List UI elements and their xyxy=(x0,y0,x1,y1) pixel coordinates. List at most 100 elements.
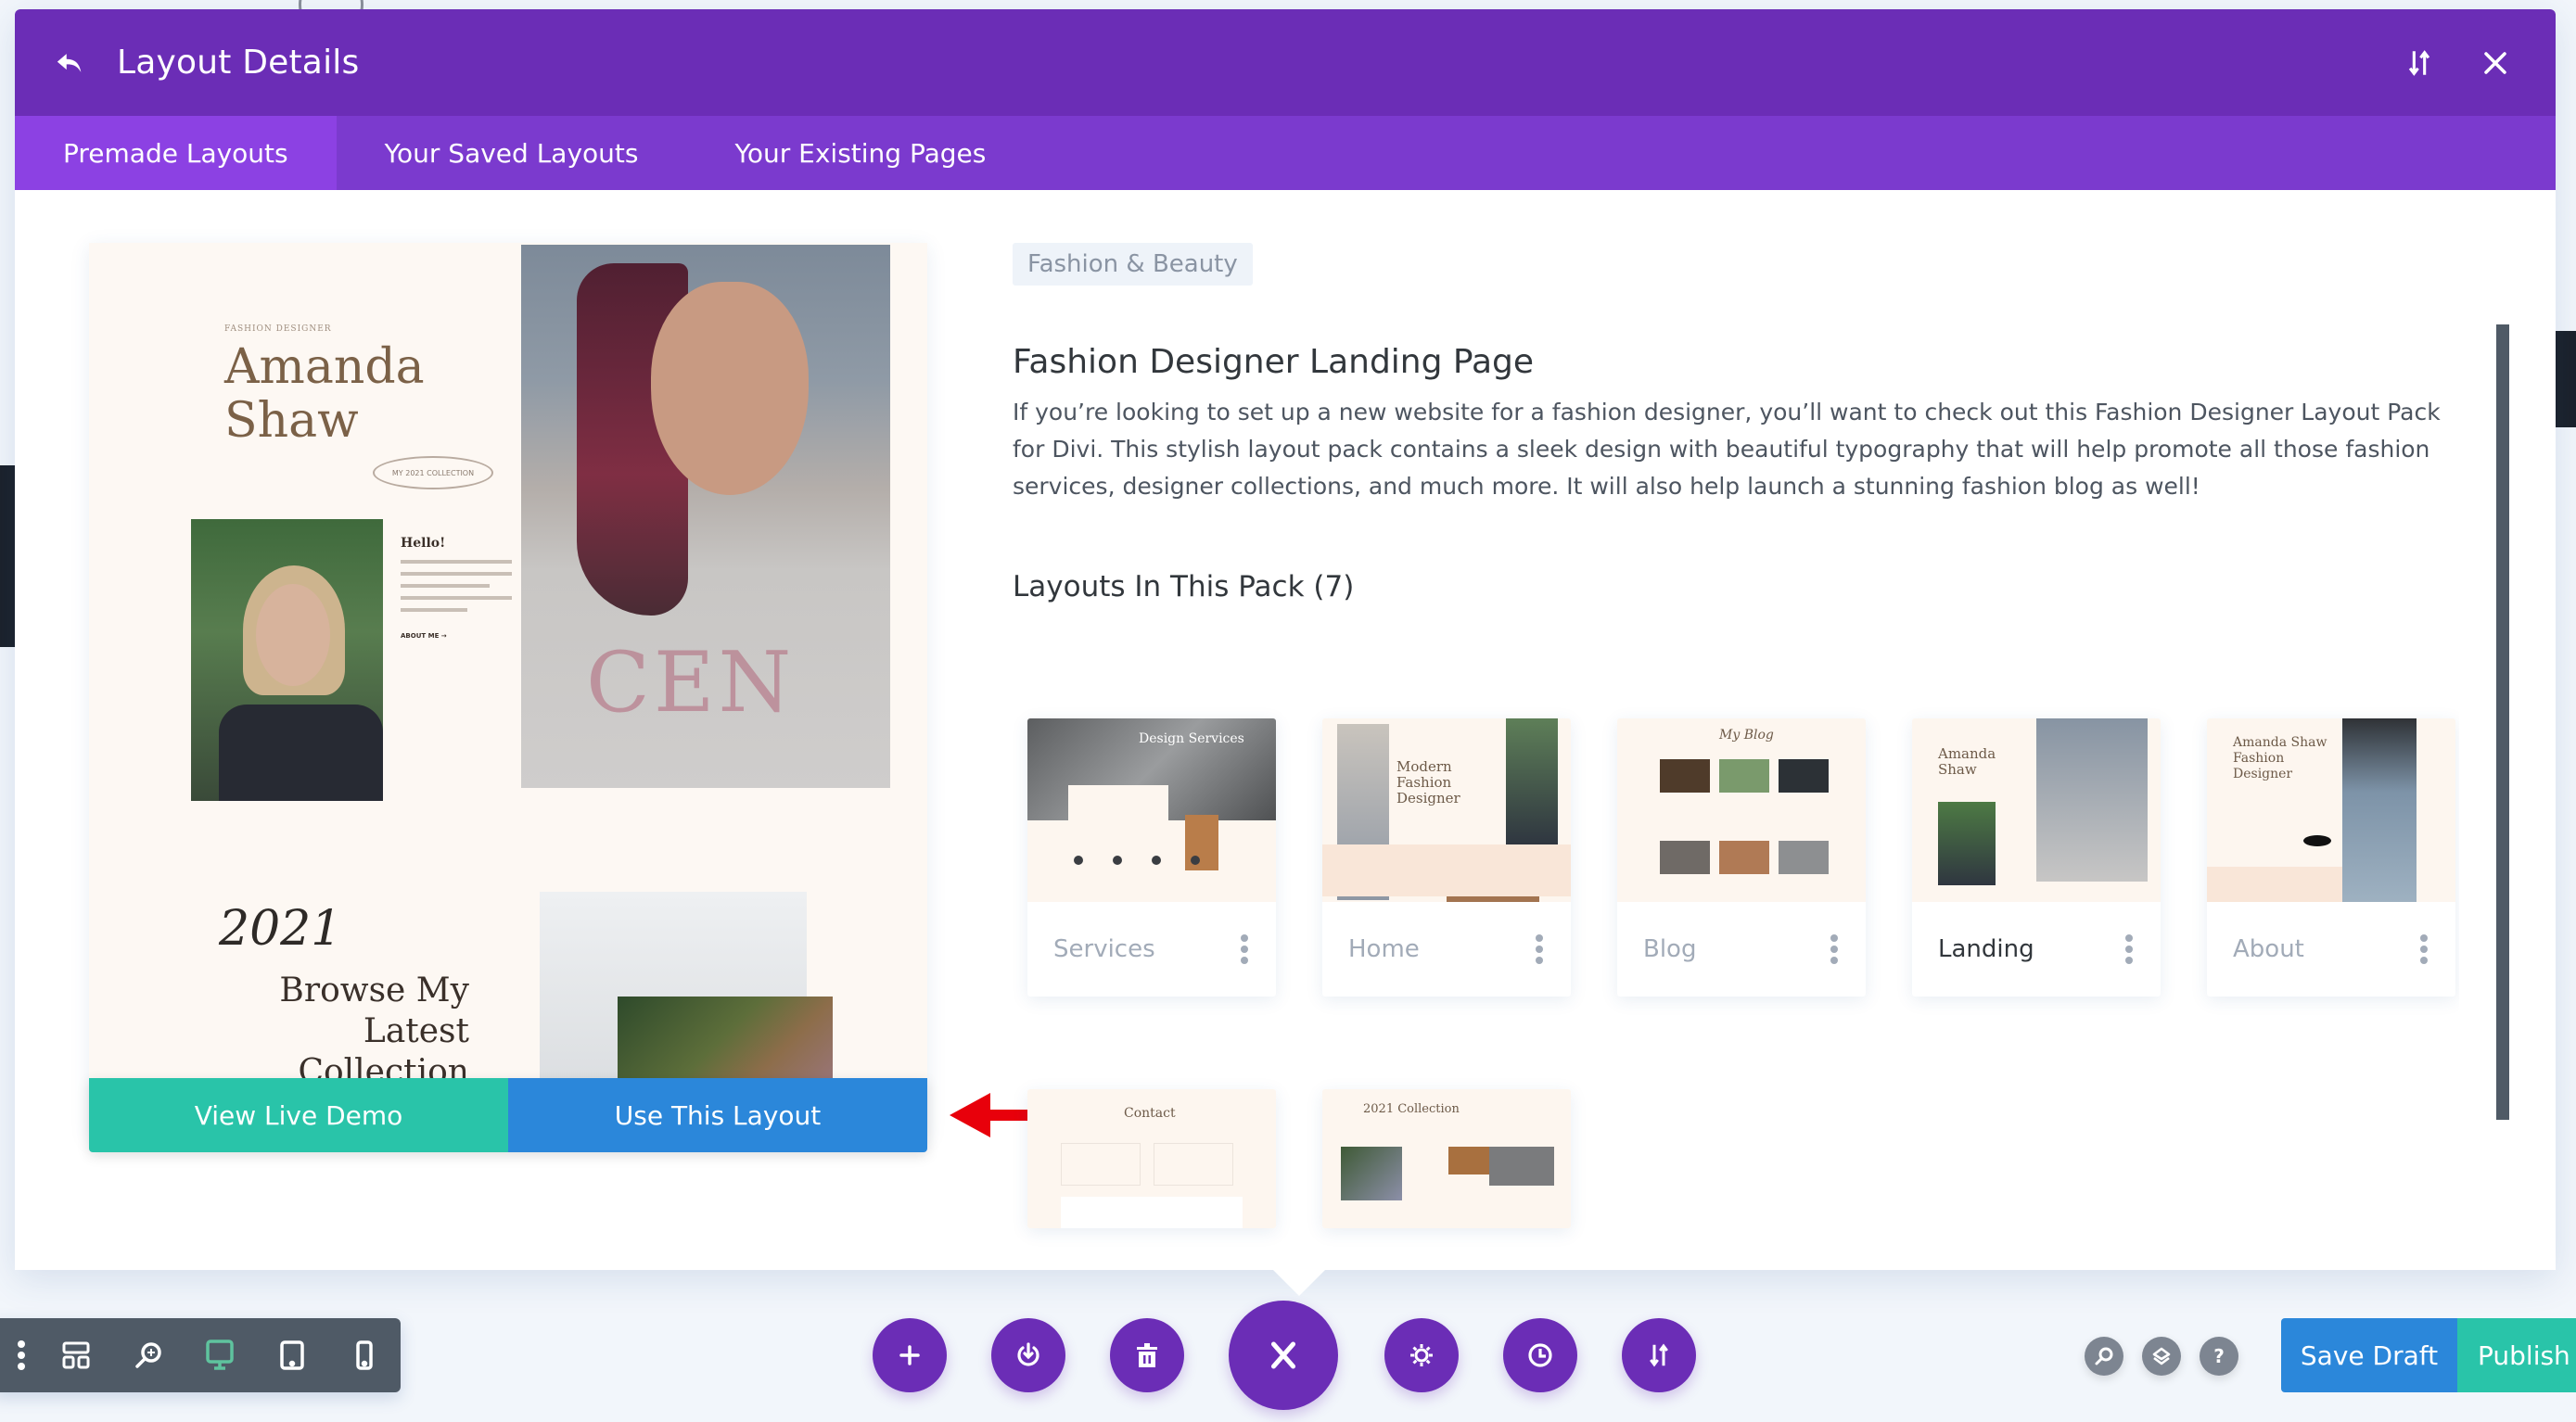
category-badge[interactable]: Fashion & Beauty xyxy=(1013,243,1253,286)
layout-card-label: Home xyxy=(1348,935,1420,963)
tab-existing-pages[interactable]: Your Existing Pages xyxy=(686,116,1034,190)
preview-collection-pill: MY 2021 COLLECTION xyxy=(373,456,493,489)
more-icon xyxy=(18,1340,26,1370)
add-button[interactable] xyxy=(873,1318,947,1392)
preview-name: Amanda Shaw xyxy=(224,340,425,448)
layout-thumbnail: Modern Fashion Designer xyxy=(1322,718,1571,902)
page-settings-button[interactable] xyxy=(1384,1318,1459,1392)
layout-card-contact[interactable]: Contact xyxy=(1027,1089,1276,1228)
preview-photo-main: CEN xyxy=(521,245,890,788)
modal-pointer xyxy=(1273,1270,1325,1296)
layout-card-label: Blog xyxy=(1643,935,1697,963)
modal-body: CEN FASHION DESIGNER Amanda Shaw MY 2021… xyxy=(15,190,2556,1270)
help-button[interactable]: ? xyxy=(2200,1337,2238,1376)
add-icon xyxy=(899,1345,920,1365)
close-builder-button[interactable] xyxy=(1229,1301,1338,1410)
tab-bar: Premade Layouts Your Saved Layouts Your … xyxy=(15,116,2556,190)
history-icon xyxy=(1528,1343,1552,1367)
back-button[interactable] xyxy=(43,35,98,91)
more-button[interactable] xyxy=(4,1318,40,1392)
tab-premade-layouts[interactable]: Premade Layouts xyxy=(15,116,337,190)
preview-photo-small xyxy=(191,519,383,801)
layout-thumbnail: Contact xyxy=(1027,1089,1276,1228)
preview-browse-text: Browse My Latest Collection xyxy=(279,971,469,1091)
clear-layout-button[interactable] xyxy=(1110,1318,1184,1392)
save-draft-button[interactable]: Save Draft xyxy=(2281,1318,2457,1392)
layers-button[interactable] xyxy=(2142,1337,2181,1376)
tablet-view-button[interactable] xyxy=(256,1318,328,1392)
layout-thumbnail: My Blog xyxy=(1617,718,1866,902)
more-options-icon[interactable] xyxy=(1530,931,1549,968)
zoom-icon xyxy=(134,1342,161,1368)
preview-actions: View Live Demo Use This Layout xyxy=(89,1078,927,1152)
wireframe-icon xyxy=(62,1341,90,1369)
preview-year: 2021 xyxy=(219,901,342,957)
trash-icon xyxy=(1137,1343,1157,1367)
layout-card-about[interactable]: Amanda Shaw Fashion Designer About xyxy=(2207,718,2455,997)
close-button[interactable] xyxy=(2472,40,2519,86)
layout-card-blog[interactable]: My Blog Blog xyxy=(1617,718,1866,997)
scrollbar[interactable] xyxy=(2496,324,2509,1120)
wireframe-view-button[interactable] xyxy=(40,1318,112,1392)
layout-card-landing[interactable]: Amanda Shaw Landing xyxy=(1912,718,2161,997)
more-options-icon[interactable] xyxy=(2120,931,2138,968)
preview-eyebrow: FASHION DESIGNER xyxy=(224,324,332,334)
history-button[interactable] xyxy=(1503,1318,1577,1392)
layout-thumbnail: 2021 Collection xyxy=(1322,1089,1571,1228)
right-tools: ? xyxy=(2085,1337,2238,1376)
svg-text:?: ? xyxy=(2213,1346,2225,1366)
tablet-icon xyxy=(280,1340,304,1370)
pack-heading: Layouts In This Pack (7) xyxy=(1013,570,1355,603)
layout-title: Fashion Designer Landing Page xyxy=(1013,343,1535,381)
back-arrow-icon xyxy=(57,53,82,72)
desktop-icon xyxy=(206,1339,235,1370)
layout-description: If you’re looking to set up a new websit… xyxy=(1013,399,2441,500)
side-panel-handle-left[interactable] xyxy=(0,465,15,647)
phone-view-button[interactable] xyxy=(328,1318,401,1392)
portability-button[interactable] xyxy=(991,1318,1065,1392)
use-this-layout-button[interactable]: Use This Layout xyxy=(508,1078,927,1152)
preview-about-link: ABOUT ME → xyxy=(401,632,447,640)
preview-hello: Hello! xyxy=(401,536,446,551)
help-icon: ? xyxy=(2213,1346,2225,1366)
layout-card-home[interactable]: Modern Fashion Designer Home xyxy=(1322,718,1571,997)
sort-button[interactable] xyxy=(2396,40,2442,86)
search-button[interactable] xyxy=(2085,1337,2123,1376)
close-icon xyxy=(2484,51,2506,74)
layout-card-label: Landing xyxy=(1938,935,2034,963)
zoom-button[interactable] xyxy=(112,1318,185,1392)
modal-header: Layout Details xyxy=(15,9,2556,116)
more-options-icon[interactable] xyxy=(2415,931,2433,968)
layout-thumbnail: Amanda Shaw Fashion Designer xyxy=(2207,718,2455,902)
layout-thumbnail: Design Services xyxy=(1027,718,1276,902)
side-panel-handle-right[interactable] xyxy=(2556,331,2576,427)
preview-text-lines xyxy=(401,560,512,620)
layers-icon xyxy=(2152,1347,2171,1365)
more-options-icon[interactable] xyxy=(1825,931,1843,968)
desktop-view-button[interactable] xyxy=(185,1318,257,1392)
layout-card-services[interactable]: Design Services Services xyxy=(1027,718,1276,997)
view-mode-toolbar xyxy=(0,1318,401,1392)
layout-thumbnail: Amanda Shaw xyxy=(1912,718,2161,902)
layout-preview-image: CEN FASHION DESIGNER Amanda Shaw MY 2021… xyxy=(89,243,927,1137)
layout-details-panel: Fashion & Beauty Fashion Designer Landin… xyxy=(1013,243,2459,1253)
preview-name-line1: Amanda xyxy=(224,339,425,395)
publish-button[interactable]: Publish xyxy=(2457,1318,2576,1392)
tab-saved-layouts[interactable]: Your Saved Layouts xyxy=(337,116,687,190)
settings-icon xyxy=(1410,1344,1433,1366)
preview-name-line2: Shaw xyxy=(224,393,359,449)
modal-title: Layout Details xyxy=(117,44,360,82)
sort-button-toolbar[interactable] xyxy=(1622,1318,1696,1392)
layout-card-label: About xyxy=(2233,935,2304,963)
close-icon xyxy=(1270,1341,1296,1369)
layout-card-label: Services xyxy=(1053,935,1155,963)
power-icon xyxy=(1017,1342,1039,1366)
layout-card-collection[interactable]: 2021 Collection xyxy=(1322,1089,1571,1228)
phone-icon xyxy=(356,1340,373,1370)
view-live-demo-button[interactable]: View Live Demo xyxy=(89,1078,508,1152)
sort-arrows-icon xyxy=(2408,49,2430,76)
search-icon xyxy=(2095,1347,2113,1365)
layout-details-modal: Layout Details Premade Layouts Your Save… xyxy=(15,9,2556,1270)
more-options-icon[interactable] xyxy=(1235,931,1254,968)
sort-icon xyxy=(1650,1343,1668,1367)
